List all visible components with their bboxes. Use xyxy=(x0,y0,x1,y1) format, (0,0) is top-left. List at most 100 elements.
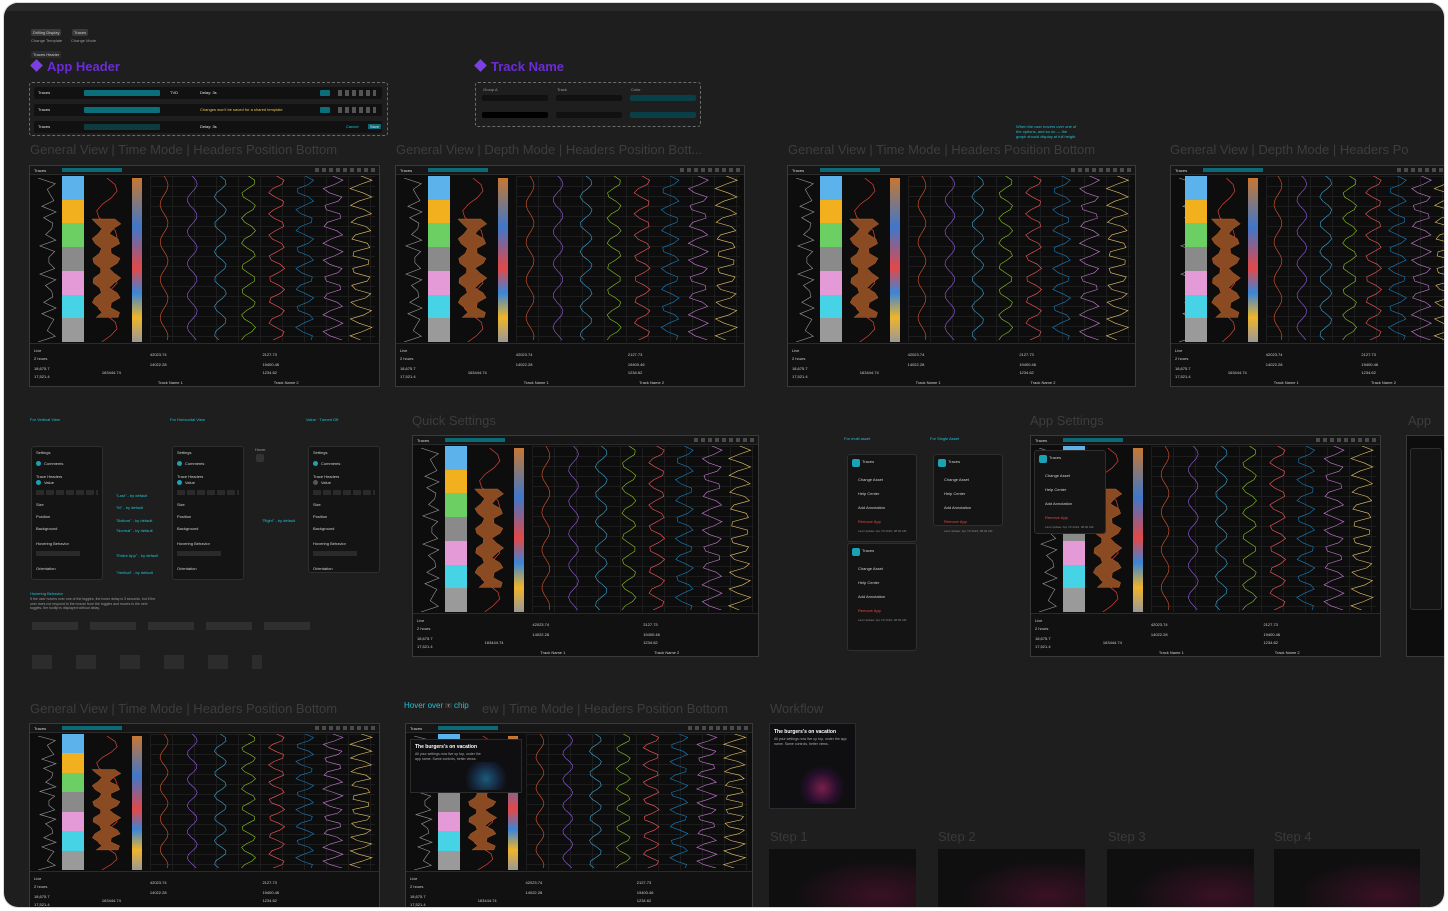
cancel-button[interactable]: Cancel xyxy=(346,124,358,129)
menu-change-asset[interactable]: Change Asset xyxy=(858,477,883,482)
track-name-input-4[interactable] xyxy=(482,112,548,118)
thumb-header[interactable]: Traces xyxy=(406,724,752,733)
app-header-variant-1[interactable]: Traces TVD Delay: 3s xyxy=(34,87,382,99)
hover-toggle-strip[interactable] xyxy=(32,622,322,630)
value-segment-control[interactable] xyxy=(313,490,375,495)
template-chip[interactable]: Drilling Display xyxy=(31,29,62,36)
comments-toggle[interactable] xyxy=(177,461,182,466)
menu-add-annotation[interactable]: Add Annotation xyxy=(858,505,885,510)
settings-panel[interactable]: Settings Comments Trace Headers Value Size Po… xyxy=(172,446,244,580)
thumb-template-selector[interactable] xyxy=(445,438,505,442)
settings-panel[interactable]: Settings Comments Trace Headers Value Size Po… xyxy=(308,446,380,573)
track-name-input-1[interactable] xyxy=(482,95,548,101)
thumb-toolbar-icons[interactable] xyxy=(1316,438,1376,442)
save-button[interactable]: Save xyxy=(368,124,382,129)
thumb-header[interactable]: Traces xyxy=(30,724,379,733)
app-mockup-thumbnail[interactable]: Traces Live 2 hours 18,675.7 17,521.4 42023.7… xyxy=(412,435,759,657)
thumb-header[interactable]: Traces xyxy=(30,166,379,175)
hovering-segment-control[interactable] xyxy=(313,551,357,556)
thumb-toolbar-icons[interactable] xyxy=(1397,168,1444,172)
thumb-template-selector[interactable] xyxy=(62,726,122,730)
thumb-header[interactable]: Traces xyxy=(1031,436,1380,445)
track-name-input-5[interactable] xyxy=(556,112,622,118)
track-name-input-6[interactable] xyxy=(630,112,696,118)
value-toggle[interactable] xyxy=(177,480,182,485)
menu-remove-app[interactable]: Remove App xyxy=(858,519,881,524)
app-mockup-thumbnail[interactable]: Traces Live 2 hours 18,675.7 17,521.4 42023.7… xyxy=(787,165,1136,387)
workflow-intro-card[interactable]: The burgers's on vacation All your setti… xyxy=(769,723,856,809)
mode-chip[interactable]: Traces xyxy=(72,29,89,36)
burger-tooltip-card[interactable]: The burgers's on vacation All your setti… xyxy=(410,739,522,793)
step-1-card[interactable] xyxy=(769,849,916,907)
thumb-header[interactable]: Traces xyxy=(413,436,758,445)
menu-change-asset[interactable]: Change Asset xyxy=(1045,473,1070,478)
menu-traces[interactable]: Traces xyxy=(1049,455,1061,460)
live-badge[interactable] xyxy=(320,90,330,96)
live-badge[interactable] xyxy=(320,107,330,113)
thumb-template-selector[interactable] xyxy=(62,168,122,172)
app-mockup-thumbnail[interactable]: Traces Live 2 hours 18,675.7 17,521.4 42023.7… xyxy=(29,165,380,387)
menu-remove-app[interactable]: Remove App xyxy=(944,519,967,524)
menu-change-asset[interactable]: Change Asset xyxy=(944,477,969,482)
step-3-card[interactable] xyxy=(1107,849,1254,907)
app-settings-menu[interactable]: Traces Change Asset Help Center Add Annotat… xyxy=(847,543,917,651)
menu-traces[interactable]: Traces xyxy=(862,459,874,464)
template-selector[interactable] xyxy=(84,107,160,113)
menu-change-asset[interactable]: Change Asset xyxy=(858,566,883,571)
value-toggle[interactable] xyxy=(313,480,318,485)
comments-toggle[interactable] xyxy=(313,461,318,466)
hovering-segment-control[interactable] xyxy=(36,551,80,556)
thumb-template-selector[interactable] xyxy=(820,168,880,172)
menu-help-center[interactable]: Help Center xyxy=(858,491,879,496)
thumb-template-selector[interactable] xyxy=(438,726,498,730)
thumb-toolbar-icons[interactable] xyxy=(315,726,375,730)
app-settings-panel-cut[interactable] xyxy=(1410,448,1442,610)
header-toolbar-icons[interactable] xyxy=(338,90,376,96)
thumb-header[interactable]: Traces xyxy=(1171,166,1444,175)
menu-help-center[interactable]: Help Center xyxy=(944,491,965,496)
thumb-toolbar-icons[interactable] xyxy=(315,168,375,172)
settings-panel[interactable]: Settings Comments Trace Headers Value Size Po… xyxy=(31,446,103,580)
hovering-segment-control[interactable] xyxy=(177,551,221,556)
template-selector[interactable] xyxy=(84,124,160,130)
thumb-toolbar-icons[interactable] xyxy=(680,168,740,172)
track-name-input-2[interactable] xyxy=(556,95,622,101)
app-settings-menu[interactable]: Traces Change Asset Help Center Add Annotat… xyxy=(847,454,917,542)
thumb-toolbar-icons[interactable] xyxy=(1071,168,1131,172)
menu-add-annotation[interactable]: Add Annotation xyxy=(944,505,971,510)
thumb-toolbar-icons[interactable] xyxy=(694,438,754,442)
app-header-variant-2[interactable]: Traces Changes won't be saved for a shar… xyxy=(34,104,382,116)
step-2-card[interactable] xyxy=(938,849,1085,907)
toggle-states-strip[interactable] xyxy=(32,655,262,669)
header-toolbar-icons[interactable] xyxy=(338,107,376,113)
thumb-template-selector[interactable] xyxy=(1203,168,1263,172)
app-header-variant-3[interactable]: Traces Delay: 3s Cancel Save xyxy=(34,121,382,133)
menu-help-center[interactable]: Help Center xyxy=(858,580,879,585)
menu-remove-app[interactable]: Remove App xyxy=(1045,515,1068,520)
app-settings-menu[interactable]: Traces Change Asset Help Center Add Annotat… xyxy=(933,454,1003,533)
value-toggle[interactable] xyxy=(36,480,41,485)
step-4-card[interactable] xyxy=(1274,849,1420,907)
thumb-template-selector[interactable] xyxy=(428,168,488,172)
track-name-input-3[interactable] xyxy=(630,95,696,101)
thumb-template-selector[interactable] xyxy=(1063,438,1123,442)
comments-toggle[interactable] xyxy=(36,461,41,466)
menu-help-center[interactable]: Help Center xyxy=(1045,487,1066,492)
value-segment-control[interactable] xyxy=(177,490,239,495)
thumb-toolbar-icons[interactable] xyxy=(688,726,748,730)
thumb-header[interactable]: Traces xyxy=(788,166,1135,175)
menu-add-annotation[interactable]: Add Annotation xyxy=(858,594,885,599)
app-mockup-thumbnail[interactable]: Traces Live 2 hours 18,675.7 17,521.4 42023.7… xyxy=(29,723,380,907)
app-settings-menu[interactable]: Traces Change Asset Help Center Add Annotat… xyxy=(1034,450,1106,534)
thumb-header[interactable]: Traces xyxy=(396,166,744,175)
menu-traces[interactable]: Traces xyxy=(862,548,874,553)
menu-traces[interactable]: Traces xyxy=(948,459,960,464)
menu-remove-app[interactable]: Remove App xyxy=(858,608,881,613)
template-selector[interactable] xyxy=(84,90,160,96)
lithology-segment xyxy=(445,517,467,542)
value-segment-control[interactable] xyxy=(36,490,98,495)
app-mockup-thumbnail[interactable]: Traces Live 2 hours 18,675.7 17,521.4 42023.7… xyxy=(1170,165,1444,387)
app-mockup-thumbnail[interactable]: Traces Live 2 hours 18,675.7 17,521.4 42023.7… xyxy=(395,165,745,387)
menu-add-annotation[interactable]: Add Annotation xyxy=(1045,501,1072,506)
traces-header-chip[interactable]: Traces Header xyxy=(31,51,62,58)
